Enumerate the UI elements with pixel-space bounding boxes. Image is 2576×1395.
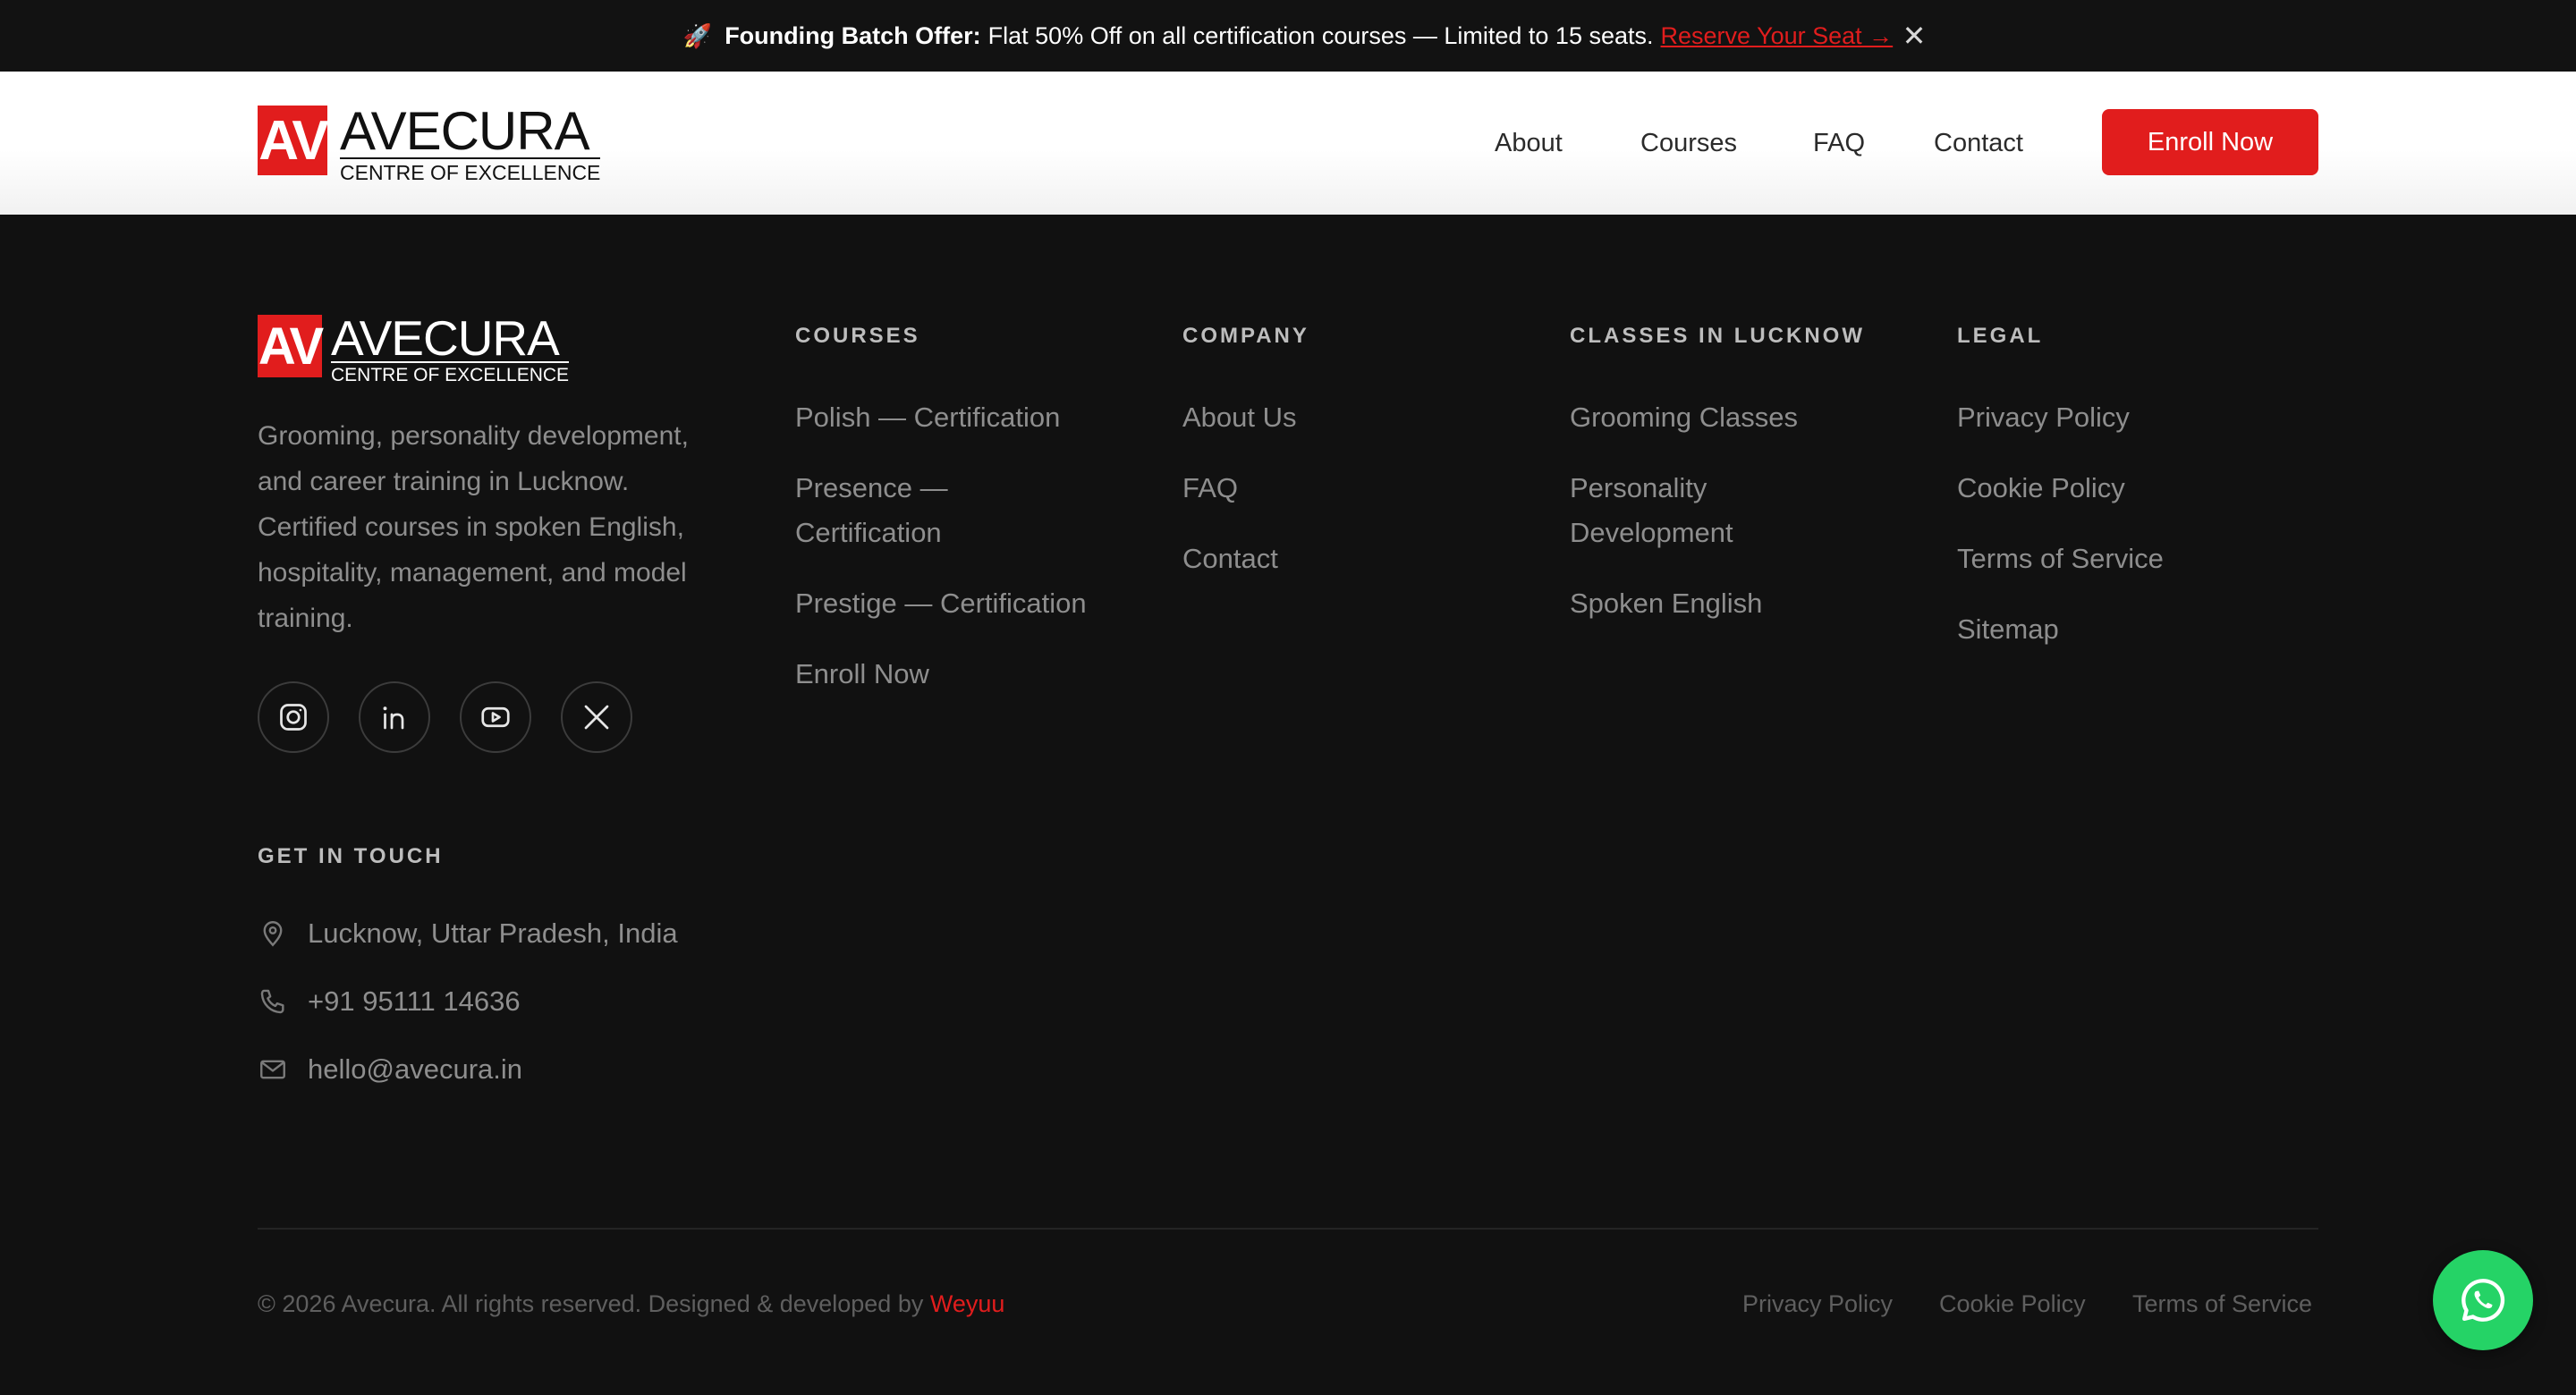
instagram-icon[interactable] <box>258 681 329 753</box>
footer-link[interactable]: Personality Development <box>1570 466 1775 555</box>
developer-link[interactable]: Weyuu <box>930 1290 1005 1317</box>
nav-about[interactable]: About <box>1495 129 1563 158</box>
company-heading: COMPANY <box>1182 324 1309 348</box>
nav-courses[interactable]: Courses <box>1640 129 1737 158</box>
footer-link[interactable]: Prestige — Certification <box>795 581 1117 626</box>
site-header: AV AVECURA CENTRE OF EXCELLENCE About Co… <box>0 72 2576 215</box>
nav-contact[interactable]: Contact <box>1934 129 2023 158</box>
get-in-touch-heading: GET IN TOUCH <box>258 844 444 868</box>
logo-tagline: CENTRE OF EXCELLENCE <box>340 157 601 184</box>
rocket-icon: 🚀 <box>682 21 713 49</box>
legal-heading: LEGAL <box>1957 324 2044 348</box>
copyright-text: © 2026 Avecura. All rights reserved. Des… <box>258 1290 924 1317</box>
classes-links: Grooming Classes Personality Development… <box>1570 395 1892 652</box>
courses-links: Polish — Certification Presence — Certif… <box>795 395 1117 723</box>
mail-icon <box>260 1060 285 1079</box>
logo-name: AVECURA <box>331 310 560 366</box>
bottom-terms-link[interactable]: Terms of Service <box>2132 1290 2312 1318</box>
footer-link[interactable]: Grooming Classes <box>1570 395 1892 440</box>
footer-link[interactable]: Contact <box>1182 537 1504 581</box>
email-text[interactable]: hello@avecura.in <box>308 1053 522 1086</box>
whatsapp-icon <box>2462 1279 2505 1322</box>
site-footer: AV AVECURA CENTRE OF EXCELLENCE Grooming… <box>0 215 2576 1395</box>
footer-logo[interactable]: AV AVECURA CENTRE OF EXCELLENCE <box>258 310 570 386</box>
contact-phone[interactable]: +91 95111 14636 <box>258 985 521 1018</box>
social-links <box>258 681 632 753</box>
bottom-privacy-link[interactable]: Privacy Policy <box>1742 1290 1893 1318</box>
announcement-title: Founding Batch Offer: <box>724 21 981 49</box>
footer-link[interactable]: Enroll Now <box>795 652 1117 697</box>
footer-link[interactable]: About Us <box>1182 395 1504 440</box>
announcement-bar: 🚀 Founding Batch Offer: Flat 50% Off on … <box>0 0 2576 72</box>
logo-mark: AV <box>258 106 329 175</box>
address-text: Lucknow, Uttar Pradesh, India <box>308 917 678 949</box>
announcement-text: Flat 50% Off on all certification course… <box>987 21 1654 49</box>
header-logo[interactable]: AV AVECURA CENTRE OF EXCELLENCE <box>258 101 601 184</box>
contact-address: Lucknow, Uttar Pradesh, India <box>258 917 678 950</box>
footer-divider <box>258 1228 2318 1230</box>
footer-description: Grooming, personality development, and c… <box>258 421 689 633</box>
footer-link[interactable]: FAQ <box>1182 466 1504 511</box>
close-icon[interactable]: ✕ <box>1896 18 1932 54</box>
whatsapp-button[interactable] <box>2433 1250 2533 1350</box>
phone-icon <box>260 989 284 1014</box>
footer-link[interactable]: Cookie Policy <box>1957 466 2279 511</box>
legal-links: Privacy Policy Cookie Policy Terms of Se… <box>1957 395 2279 678</box>
classes-heading: CLASSES IN LUCKNOW <box>1570 324 1865 348</box>
footer-link[interactable]: Sitemap <box>1957 607 2279 652</box>
x-icon[interactable] <box>561 681 632 753</box>
copyright: © 2026 Avecura. All rights reserved. Des… <box>258 1290 1004 1318</box>
footer-link[interactable]: Terms of Service <box>1957 537 2279 581</box>
reserve-seat-link[interactable]: Reserve Your Seat → <box>1661 22 1894 50</box>
footer-link[interactable]: Spoken English <box>1570 581 1892 626</box>
linkedin-icon[interactable] <box>359 681 430 753</box>
logo-tagline: CENTRE OF EXCELLENCE <box>331 361 570 386</box>
footer-link[interactable]: Privacy Policy <box>1957 395 2279 440</box>
contact-email[interactable]: hello@avecura.in <box>258 1053 522 1086</box>
logo-mark: AV <box>258 315 324 377</box>
footer-link[interactable]: Polish — Certification <box>795 395 1117 440</box>
location-pin-icon <box>263 921 283 947</box>
logo-name: AVECURA <box>340 101 590 161</box>
enroll-now-button[interactable]: Enroll Now <box>2102 109 2318 175</box>
youtube-icon[interactable] <box>460 681 531 753</box>
footer-link[interactable]: Presence — Certification <box>795 466 1001 555</box>
phone-text[interactable]: +91 95111 14636 <box>308 985 521 1018</box>
bottom-cookie-link[interactable]: Cookie Policy <box>1939 1290 2086 1318</box>
courses-heading: COURSES <box>795 324 920 348</box>
nav-faq[interactable]: FAQ <box>1813 129 1865 158</box>
company-links: About Us FAQ Contact <box>1182 395 1504 607</box>
